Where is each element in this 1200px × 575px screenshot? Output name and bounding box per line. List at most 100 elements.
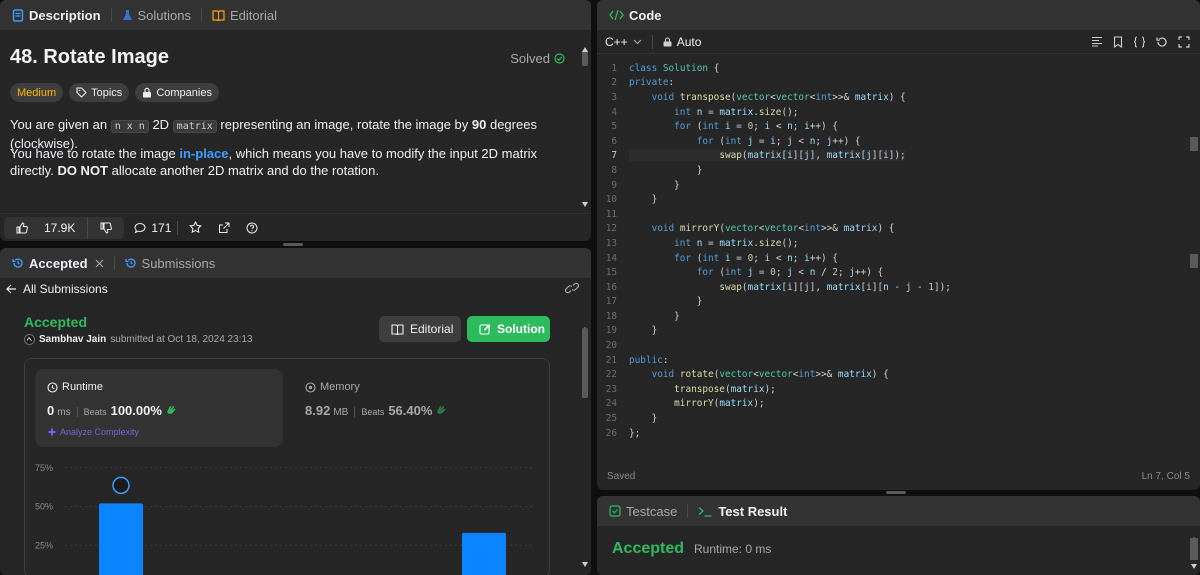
editorial-button[interactable]: Editorial [379,316,461,342]
code-line[interactable]: 4 int n = matrix.size(); [597,105,1200,120]
code-text: } [629,179,680,191]
runtime-card[interactable]: Runtime 0 ms Beats 100.00% Analyze Compl… [35,369,283,447]
line-number: 25 [605,413,617,425]
code-line[interactable]: 13 int n = matrix.size(); [597,236,1200,251]
fullscreen-icon[interactable] [1178,35,1190,48]
code-line[interactable]: 5 for (int i = 0; i < n; i++) { [597,119,1200,134]
code-line[interactable]: 23 transpose(matrix); [597,382,1200,397]
submitter-name[interactable]: Sambhav Jain [39,334,106,345]
text: You are given an [10,117,111,132]
close-icon[interactable] [95,259,104,268]
code-line[interactable]: 8 } [597,163,1200,178]
tab-divider [113,256,115,270]
code-line[interactable]: 19 } [597,324,1200,339]
all-submissions-link[interactable]: All Submissions [6,282,108,296]
description-panel: Description Solutions Editorial 48. Rota… [0,0,591,241]
vertical-resize-handle[interactable] [283,243,303,246]
comments-button[interactable]: 171 [134,221,171,235]
code-icon [609,9,624,21]
tab-testcase[interactable]: Testcase [603,496,683,526]
dislike-button[interactable] [87,216,124,239]
reset-icon[interactable] [1156,36,1168,48]
like-button[interactable]: 17.9K [4,221,87,235]
tab-code[interactable]: Code [603,0,668,30]
code-line[interactable]: 9 } [597,178,1200,193]
scroll-thumb[interactable] [582,328,588,398]
braces-icon[interactable] [1133,35,1146,48]
line-number: 17 [605,296,617,308]
scroll-down-arrow[interactable] [1191,557,1197,572]
code-line[interactable]: 1 class Solution { [597,61,1200,76]
code-line[interactable]: 3 void transpose(vector<vector<int>>& ma… [597,90,1200,105]
code-line[interactable]: 17 } [597,295,1200,310]
code-line[interactable]: 20 [597,338,1200,353]
runtime-beats-label: Beats [76,407,107,417]
code-line[interactable]: 26}; [597,426,1200,441]
link-icon[interactable] [565,282,579,294]
analyze-complexity-button[interactable]: Analyze Complexity [47,427,139,437]
scroll-down-arrow[interactable] [582,195,588,210]
help-icon[interactable] [241,222,263,234]
code-line[interactable]: 15 for (int j = 0; j < n / 2; j++) { [597,265,1200,280]
clap-icon [435,404,447,415]
code-line[interactable]: 25 } [597,411,1200,426]
autocomplete-toggle[interactable]: Auto [663,35,701,49]
save-status: Saved [607,470,636,482]
companies-tag[interactable]: Companies [135,83,219,102]
horizontal-resize-handle[interactable] [593,0,595,575]
language-select[interactable]: C++ [605,35,642,49]
tab-description[interactable]: Description [6,0,107,30]
code-line[interactable]: 16 swap(matrix[i][j], matrix[i][n - j - … [597,280,1200,295]
tab-label: Code [629,7,662,23]
tab-submissions[interactable]: Submissions [119,248,222,278]
share-icon[interactable] [213,222,235,234]
scroll-up-arrow[interactable] [582,40,588,52]
back-label: All Submissions [23,282,108,296]
runtime-label: Runtime [62,381,103,393]
code-line[interactable]: 6 for (int j = i; j < n; j++) { [597,134,1200,149]
submitter-info: Sambhav Jain submitted at Oct 18, 2024 2… [24,334,253,345]
line-number: 10 [605,194,617,206]
bookmark-icon[interactable] [1113,35,1123,48]
format-icon[interactable] [1091,36,1103,48]
user-avatar-marker[interactable] [112,476,130,495]
avatar[interactable] [24,334,35,345]
chart-bar[interactable] [462,532,506,575]
runtime-distribution-chart: 75% 50% 25% [35,463,535,575]
editor-scroll-thumb[interactable] [1190,137,1198,151]
code-line[interactable]: 2 private: [597,76,1200,91]
result-scrollbar[interactable] [1190,530,1198,572]
clock-icon [47,381,58,393]
star-icon[interactable] [184,221,207,234]
code-line[interactable]: 11 [597,207,1200,222]
tab-test-result[interactable]: Test Result [692,496,793,526]
scroll-down-arrow[interactable] [582,555,588,570]
thumbs-down-icon [94,222,118,234]
code-line[interactable]: 21 public: [597,353,1200,368]
code-text: for (int i = 0; i < n; i++) { [674,121,838,133]
vertical-resize-handle[interactable] [886,491,906,494]
in-place-link[interactable]: in-place [179,146,228,161]
scroll-thumb[interactable] [582,50,588,66]
code-line[interactable]: 22 void rotate(vector<vector<int>>& matr… [597,367,1200,382]
submissions-scrollbar[interactable] [581,320,589,570]
chart-bar[interactable] [99,503,143,575]
code-line[interactable]: 14 for (int i = 0; i < n; i++) { [597,251,1200,266]
topics-tag[interactable]: Topics [69,83,130,102]
tab-editorial[interactable]: Editorial [206,0,283,30]
solution-label: Solution [497,322,545,336]
code-line[interactable]: 18 } [597,309,1200,324]
code-line[interactable]: 10 } [597,192,1200,207]
tab-solutions[interactable]: Solutions [116,0,197,30]
tab-label: Solutions [137,7,191,23]
code-line[interactable]: 7 swap(matrix[i][j], matrix[j][i]); [597,149,1200,164]
description-scrollbar[interactable] [581,40,589,210]
code-line[interactable]: 12 void mirrorY(vector<vector<int>>& mat… [597,222,1200,237]
code-line[interactable]: 24 mirrorY(matrix); [597,397,1200,412]
code-editor[interactable]: 1 class Solution {2 private: 3 void transpo… [597,61,1200,440]
runtime-heading: Runtime [47,381,103,393]
solution-button[interactable]: Solution [467,316,550,342]
tab-accepted[interactable]: Accepted [6,248,110,278]
